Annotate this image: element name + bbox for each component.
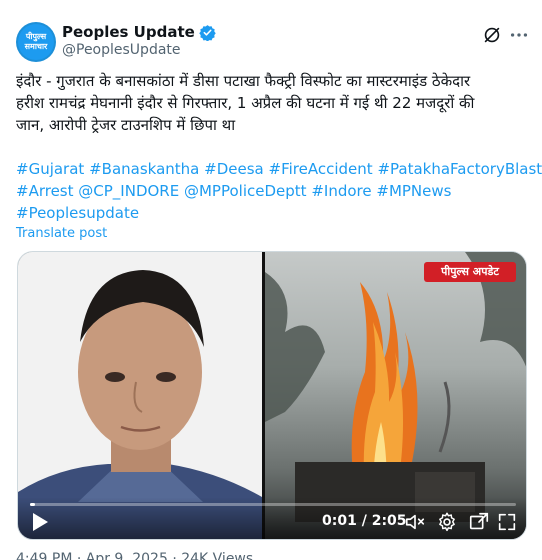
hashtag-fireaccident[interactable]: #FireAccident <box>269 160 373 178</box>
video-player[interactable]: पीपुल्स अपडेट 0:01 / 2:05 <box>17 251 527 540</box>
post-text-line-1: इंदौर - गुजरात के बनासकांठा में डीसा पटा… <box>16 72 471 90</box>
post-timestamp[interactable]: 4:49 PM · Apr 9, 2025 · 24K Views <box>16 551 253 560</box>
hashtag-peoplesupdate[interactable]: #Peoplesupdate <box>16 204 139 222</box>
verified-badge-icon <box>199 24 216 41</box>
popout-icon[interactable] <box>468 511 490 533</box>
hashtag-indore[interactable]: #Indore <box>311 182 371 200</box>
muted-speaker-icon[interactable] <box>404 511 426 533</box>
mention-cp-indore[interactable]: @CP_INDORE <box>78 182 179 200</box>
post-text: इंदौर - गुजरात के बनासकांठा में डीसा पटा… <box>16 70 542 224</box>
hashtag-line-3: #Peoplesupdate <box>16 202 526 224</box>
video-controls: 0:01 / 2:05 <box>18 497 526 539</box>
hashtag-mpnews[interactable]: #MPNews <box>376 182 451 200</box>
duration: 2:05 <box>371 513 407 529</box>
time-separator: / <box>361 513 372 529</box>
hashtag-banaskantha[interactable]: #Banaskantha <box>89 160 199 178</box>
post-header: पीपुल्स समाचार Peoples Update @PeoplesUp… <box>16 18 528 62</box>
brand-watermark: पीपुल्स अपडेट <box>424 262 516 282</box>
more-icon[interactable] <box>508 24 530 46</box>
user-handle[interactable]: @PeoplesUpdate <box>62 42 181 58</box>
hashtag-deesa[interactable]: #Deesa <box>204 160 264 178</box>
avatar-text-line2: समाचार <box>24 42 48 51</box>
hashtag-arrest[interactable]: #Arrest <box>16 182 74 200</box>
progress-fill <box>30 503 35 506</box>
current-time: 0:01 <box>322 513 357 529</box>
post-text-line-2: हरीश रामचंद्र मेघनानी इंदौर से गिरफ्तार,… <box>16 94 475 112</box>
grok-icon[interactable] <box>481 24 503 46</box>
hashtag-line-2: #Arrest @CP_INDORE @MPPoliceDeptt #Indor… <box>16 180 526 202</box>
post-text-spacer <box>16 136 526 158</box>
hashtag-patakhafactoryblast[interactable]: #PatakhaFactoryBlast <box>377 160 542 178</box>
avatar[interactable]: पीपुल्स समाचार <box>16 22 56 62</box>
mention-mppolicedeptt[interactable]: @MPPoliceDeptt <box>184 182 307 200</box>
avatar-text-line1: पीपुल्स <box>25 32 47 41</box>
fullscreen-icon[interactable] <box>496 511 518 533</box>
hashtag-line-1: #Gujarat #Banaskantha #Deesa #FireAccide… <box>16 158 542 180</box>
display-name[interactable]: Peoples Update <box>62 23 195 41</box>
name-row: Peoples Update <box>62 22 216 42</box>
play-icon[interactable] <box>30 511 50 533</box>
progress-bar[interactable] <box>30 503 516 506</box>
gear-icon[interactable] <box>436 511 458 533</box>
hashtag-gujarat[interactable]: #Gujarat <box>16 160 84 178</box>
post-text-line-3: जान, आरोपी ट्रेजर टाउनशिप में छिपा था <box>16 116 236 134</box>
video-time: 0:01 / 2:05 <box>322 513 407 529</box>
translate-post-link[interactable]: Translate post <box>16 226 107 241</box>
